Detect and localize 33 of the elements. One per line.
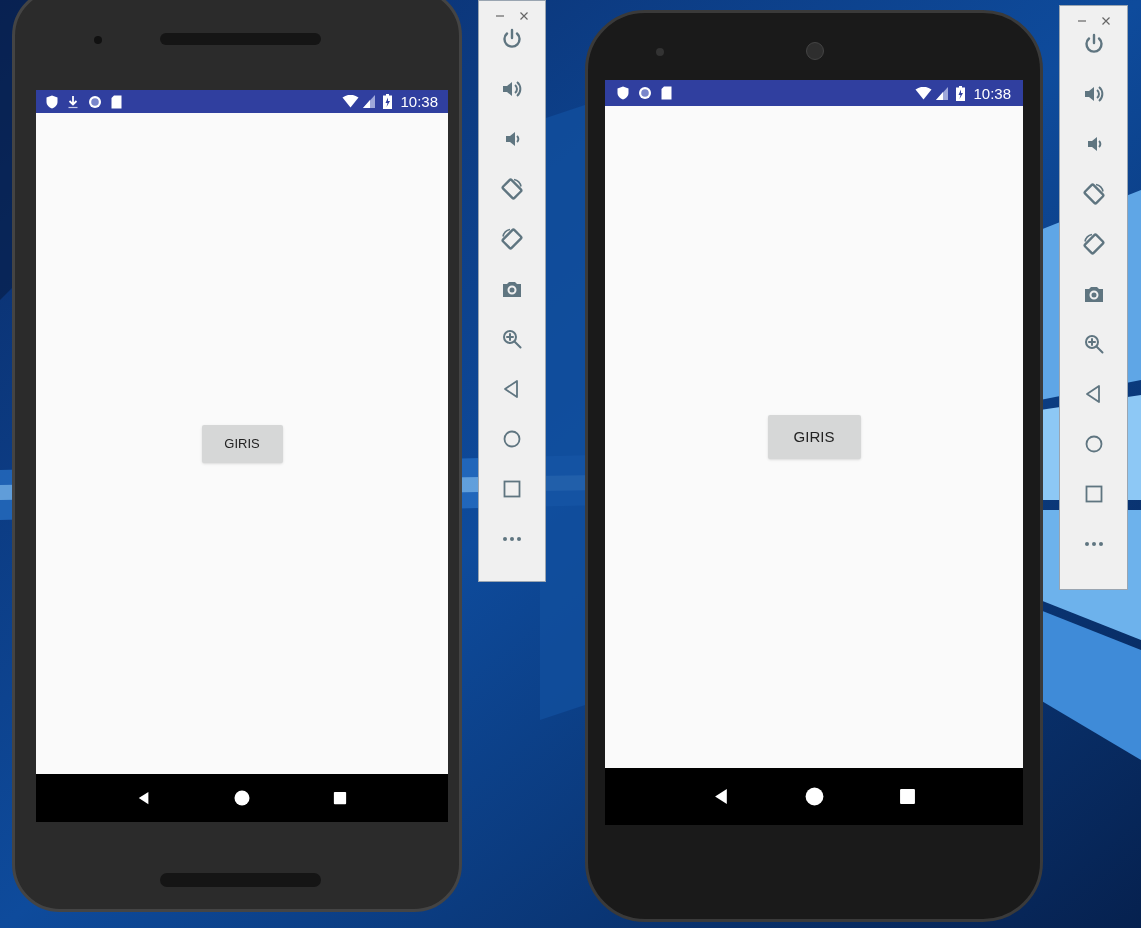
overview-icon[interactable]	[898, 788, 916, 805]
download-icon	[67, 94, 79, 109]
sd-card-icon	[111, 94, 122, 109]
wifi-icon	[342, 95, 360, 108]
front-camera	[94, 36, 102, 44]
battery-charging-icon	[956, 85, 966, 101]
battery-charging-icon	[383, 94, 393, 109]
rotate-right-icon[interactable]	[1081, 232, 1106, 256]
record-icon	[638, 86, 652, 100]
giris-button[interactable]: GIRIS	[767, 415, 861, 459]
rotate-left-icon[interactable]	[1081, 182, 1106, 206]
giris-button[interactable]: GIRIS	[201, 424, 283, 463]
wifi-icon	[915, 86, 933, 100]
shield-icon	[617, 86, 629, 100]
overview-icon[interactable]	[332, 791, 347, 805]
earpiece	[806, 42, 824, 60]
power-icon[interactable]	[500, 27, 524, 51]
zoom-in-icon[interactable]	[500, 327, 524, 351]
back-icon[interactable]	[712, 788, 730, 805]
rotate-left-icon[interactable]	[500, 177, 524, 201]
sd-card-icon	[661, 86, 672, 100]
rotate-right-icon[interactable]	[500, 227, 524, 251]
shield-icon	[46, 94, 58, 109]
front-camera	[656, 48, 664, 56]
home-icon[interactable]	[804, 787, 824, 806]
record-icon	[88, 94, 102, 109]
close-icon[interactable]	[519, 11, 529, 21]
clock-time: 10:38	[400, 94, 438, 109]
clock-time: 10:38	[973, 85, 1011, 101]
home-icon[interactable]	[234, 790, 250, 806]
signal-icon	[936, 86, 949, 100]
close-icon[interactable]	[1100, 16, 1111, 26]
signal-icon	[363, 95, 376, 108]
